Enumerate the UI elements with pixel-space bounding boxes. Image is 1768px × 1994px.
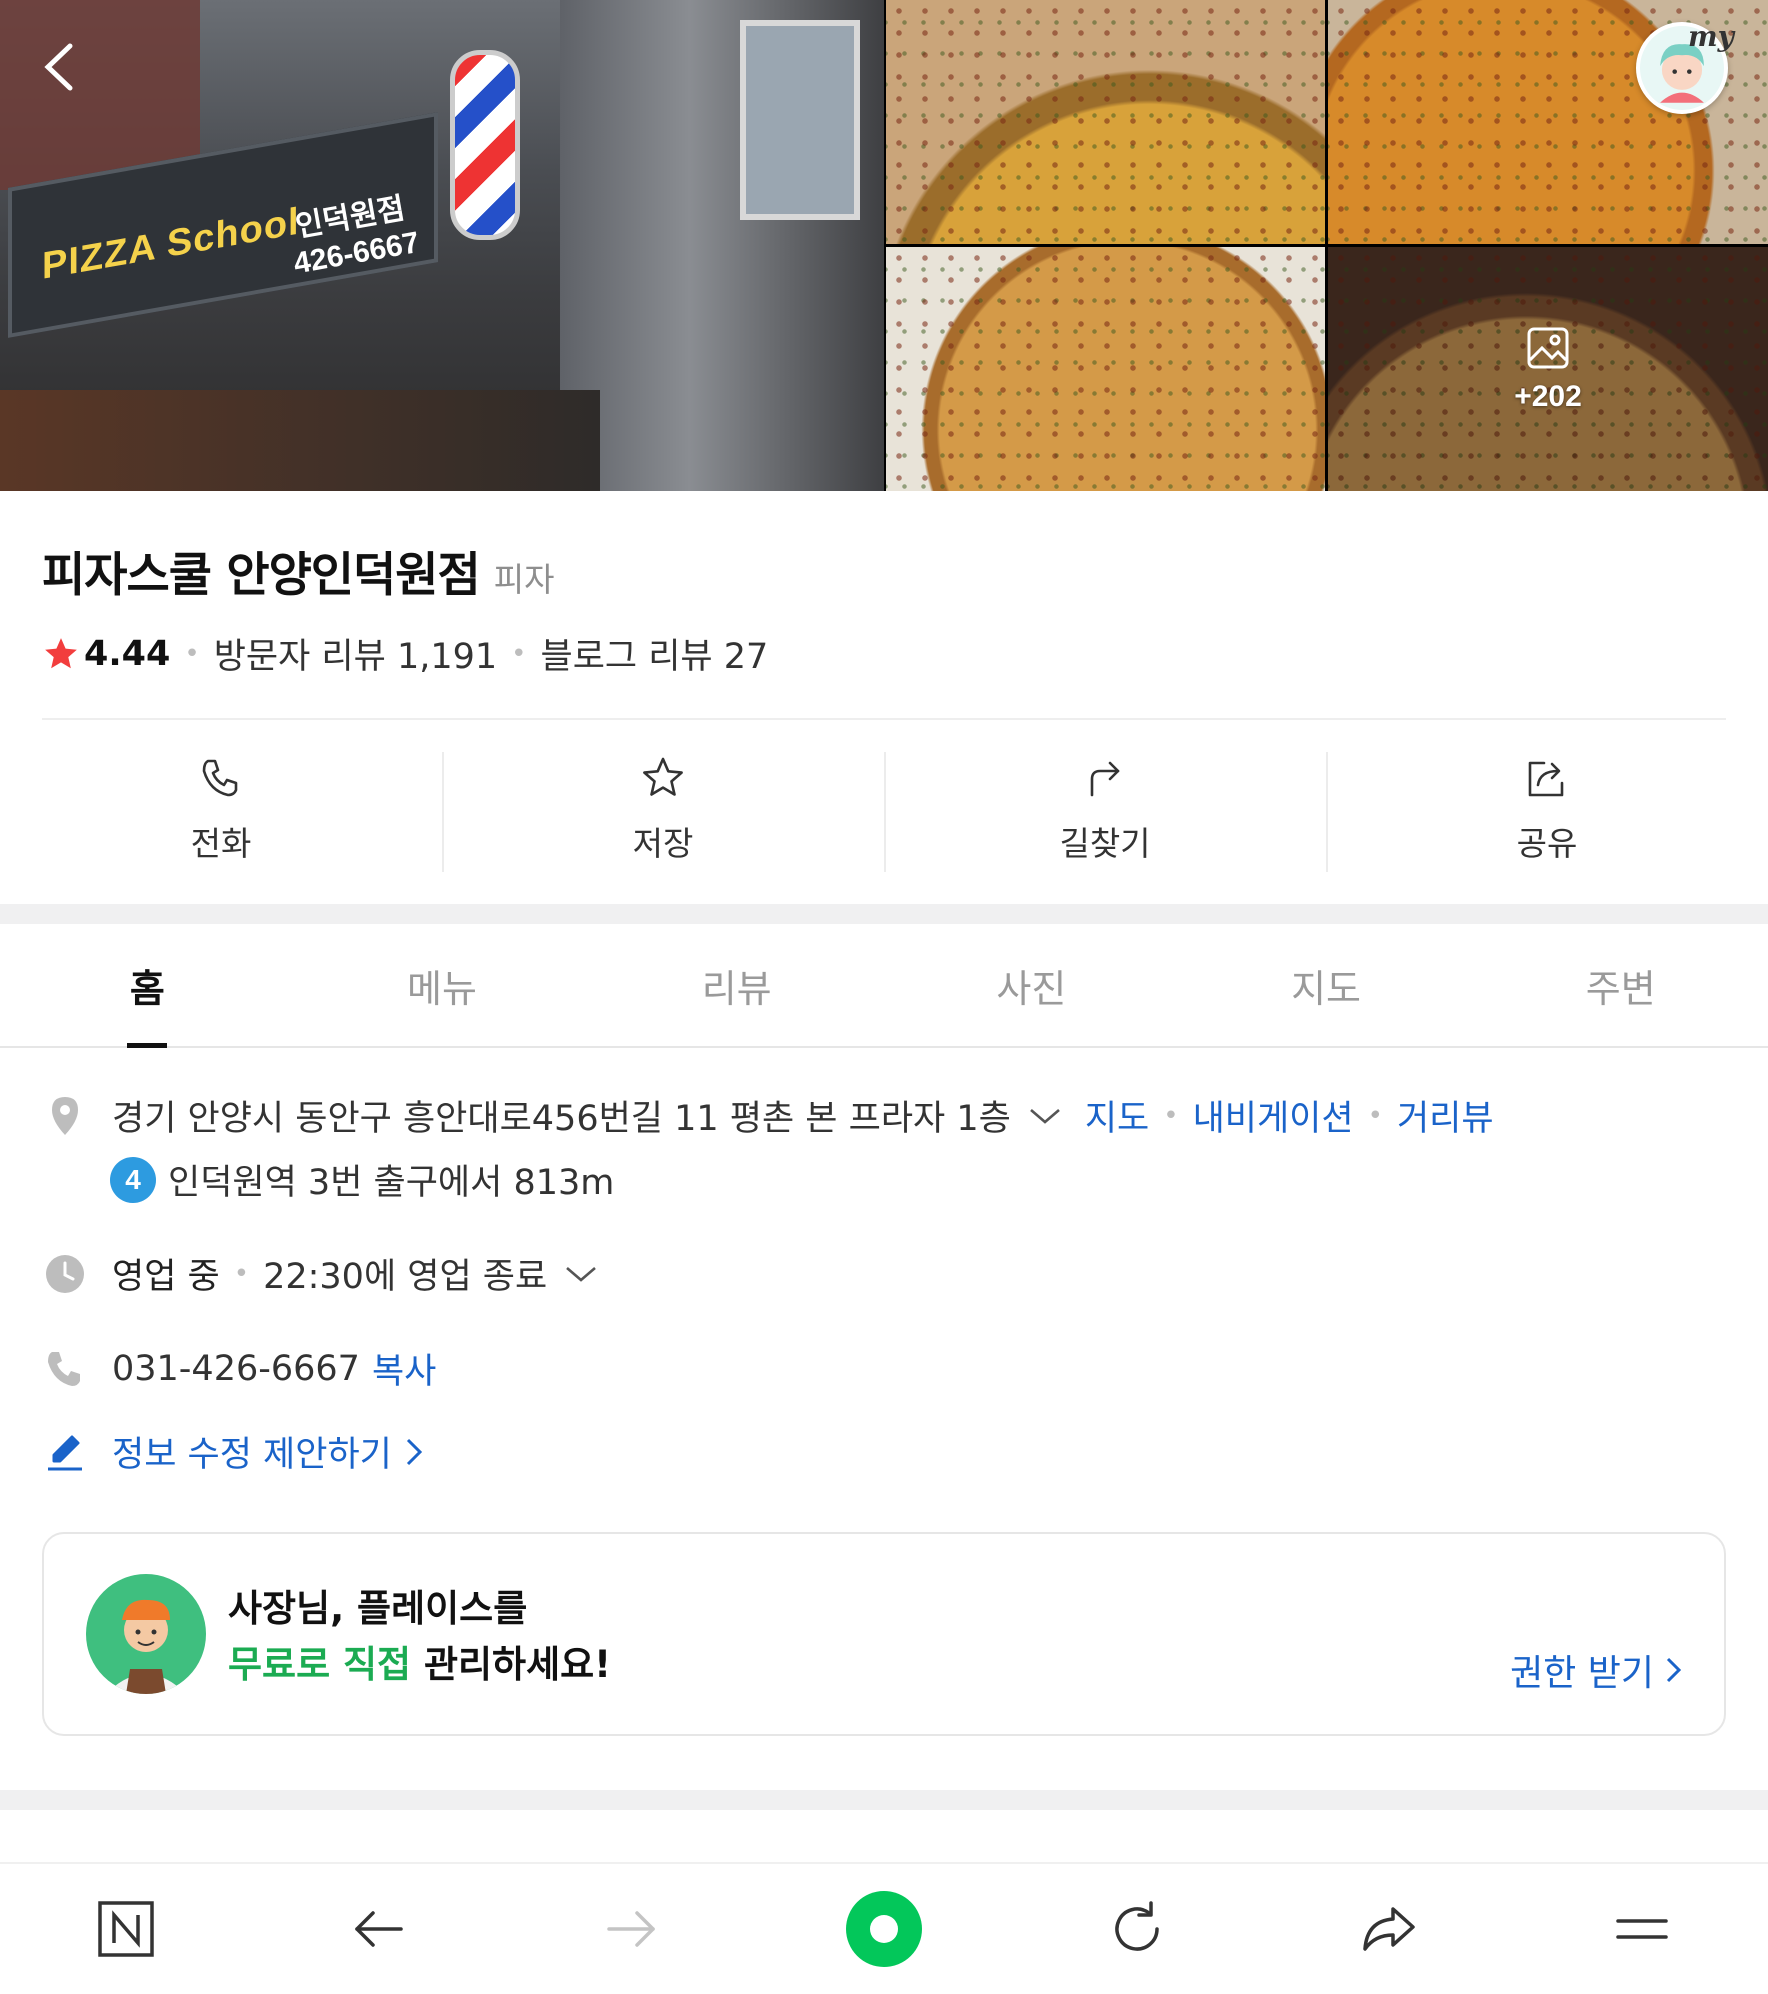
owner-claim-card[interactable]: 사장님, 플레이스를 무료로 직접 관리하세요! 권한 받기 xyxy=(42,1532,1726,1736)
call-label: 전화 xyxy=(190,824,252,863)
place-title-row: 피자스쿨 안양인덕원점 피자 xyxy=(42,536,555,605)
place-category: 피자 xyxy=(493,560,555,599)
action-bar: 전화 저장 길찾기 공유 xyxy=(0,740,1768,880)
phone-icon xyxy=(202,759,238,797)
pizza-photo-1[interactable] xyxy=(886,0,1325,244)
suggest-edit-row[interactable]: 정보 수정 제안하기 xyxy=(42,1426,424,1477)
green-dot-icon xyxy=(845,1891,922,1967)
my-label: my xyxy=(1688,20,1734,53)
refresh-icon xyxy=(1114,1901,1159,1951)
my-profile-button[interactable]: my xyxy=(1636,20,1734,114)
browser-share-button[interactable] xyxy=(1344,1884,1434,1974)
save-label: 저장 xyxy=(632,824,694,863)
back-button[interactable] xyxy=(32,32,92,102)
owner-card-line2-rest: 관리하세요! xyxy=(411,1643,612,1686)
tab-bar: 홈 메뉴 리뷰 사진 지도 주변 xyxy=(0,924,1768,1048)
divider xyxy=(42,718,1726,720)
chevron-right-icon xyxy=(406,1438,422,1465)
naver-n-icon xyxy=(98,1901,155,1957)
pizza-photo-3[interactable] xyxy=(886,247,1325,491)
save-button[interactable]: 저장 xyxy=(442,740,884,880)
clock-icon xyxy=(46,1254,84,1293)
owner-card-line1: 사장님, 플레이스를 xyxy=(228,1587,528,1630)
directions-button[interactable]: 길찾기 xyxy=(884,740,1326,880)
copy-phone-link[interactable]: 복사 xyxy=(372,1343,436,1394)
share-arrow-icon xyxy=(1363,1907,1415,1951)
image-icon xyxy=(1527,327,1569,369)
browser-forward-button[interactable] xyxy=(586,1884,676,1974)
store-entrance-decor xyxy=(0,390,600,491)
location-pin-icon xyxy=(52,1096,78,1135)
chevron-down-icon[interactable] xyxy=(563,1262,599,1286)
photo-gallery: PIZZA School 인덕원점 426-6667 +202 my xyxy=(0,0,1768,491)
section-gap xyxy=(0,904,1768,924)
navigation-link[interactable]: 내비게이션 xyxy=(1193,1090,1354,1141)
separator-dot: • xyxy=(184,638,200,669)
share-label: 공유 xyxy=(1516,824,1578,863)
menu-button[interactable] xyxy=(1597,1884,1687,1974)
chevron-left-icon xyxy=(44,43,73,91)
tab-menu[interactable]: 메뉴 xyxy=(295,924,590,1046)
hamburger-menu-icon xyxy=(1615,1919,1668,1939)
chevron-right-icon xyxy=(1666,1657,1682,1683)
tab-reviews[interactable]: 리뷰 xyxy=(589,924,884,1046)
arrow-right-icon xyxy=(607,1911,656,1947)
separator-dot: • xyxy=(1163,1100,1179,1131)
rating-value: 4.44 xyxy=(84,633,171,674)
barber-pole xyxy=(450,50,520,240)
directions-icon xyxy=(1090,761,1120,797)
address-row: 경기 안양시 동안구 흥안대로456번길 11 평촌 본 프라자 1층 지도 •… xyxy=(42,1090,1494,1141)
owner-illustration xyxy=(86,1574,206,1694)
open-status: 영업 중 xyxy=(112,1257,220,1297)
phone-icon xyxy=(48,1351,80,1386)
sign-pizza-text: PIZZA School xyxy=(42,200,300,288)
browser-back-button[interactable] xyxy=(334,1884,424,1974)
browser-bottom-bar xyxy=(0,1862,1768,1994)
place-name: 피자스쿨 안양인덕원점 xyxy=(42,548,481,603)
separator-dot: • xyxy=(233,1258,250,1289)
address-text: 경기 안양시 동안구 흥안대로456번길 11 평촌 본 프라자 1층 xyxy=(112,1099,1011,1139)
star-outline-icon xyxy=(643,757,683,796)
phone-number[interactable]: 031-426-6667 xyxy=(112,1349,360,1389)
chevron-down-icon[interactable] xyxy=(1027,1104,1063,1128)
claim-permission-button[interactable]: 권한 받기 xyxy=(1510,1644,1684,1696)
star-icon xyxy=(45,637,77,668)
closing-time: 22:30에 영업 종료 xyxy=(263,1257,548,1297)
section-gap xyxy=(0,1790,1768,1810)
green-dot-button[interactable] xyxy=(839,1884,929,1974)
tab-nearby[interactable]: 주변 xyxy=(1473,924,1768,1046)
storefront-photo[interactable]: PIZZA School 인덕원점 426-6667 xyxy=(0,0,884,491)
subway-row: 4 인덕원역 3번 출구에서 813m xyxy=(110,1154,614,1205)
tab-home[interactable]: 홈 xyxy=(0,924,295,1048)
owner-card-line2: 무료로 직접 관리하세요! xyxy=(228,1634,611,1688)
streetview-link[interactable]: 거리뷰 xyxy=(1397,1090,1494,1141)
pencil-icon xyxy=(48,1435,82,1470)
separator-dot: • xyxy=(1367,1100,1383,1131)
share-button[interactable]: 공유 xyxy=(1326,740,1768,880)
tab-photos[interactable]: 사진 xyxy=(884,924,1179,1046)
refresh-button[interactable] xyxy=(1092,1884,1182,1974)
owner-card-highlight: 무료로 직접 xyxy=(228,1643,412,1686)
tab-map[interactable]: 지도 xyxy=(1179,924,1474,1046)
rating-row: 4.44 • 방문자 리뷰 1,191 • 블로그 리뷰 27 xyxy=(42,628,768,679)
blog-reviews-link[interactable]: 블로그 리뷰 27 xyxy=(541,628,769,679)
claim-permission-label: 권한 받기 xyxy=(1510,1653,1654,1694)
call-button[interactable]: 전화 xyxy=(0,740,442,880)
share-icon xyxy=(1528,761,1564,797)
arrow-left-icon xyxy=(355,1911,403,1947)
more-photos-button[interactable]: +202 xyxy=(1328,247,1768,491)
visitor-reviews-link[interactable]: 방문자 리뷰 1,191 xyxy=(214,628,497,679)
directions-label: 길찾기 xyxy=(1059,824,1151,863)
subway-text: 인덕원역 3번 출구에서 813m xyxy=(168,1163,615,1203)
suggest-edit-link[interactable]: 정보 수정 제안하기 xyxy=(112,1426,392,1477)
more-photos-count: +202 xyxy=(1514,380,1582,413)
subway-line-badge: 4 xyxy=(110,1156,156,1203)
phone-row: 031-426-6667 복사 xyxy=(42,1343,436,1394)
naver-home-button[interactable] xyxy=(81,1884,171,1974)
separator-dot: • xyxy=(511,638,527,669)
hours-row[interactable]: 영업 중 • 22:30에 영업 종료 xyxy=(42,1248,599,1299)
building-decor xyxy=(560,0,884,491)
map-link[interactable]: 지도 xyxy=(1085,1090,1149,1141)
